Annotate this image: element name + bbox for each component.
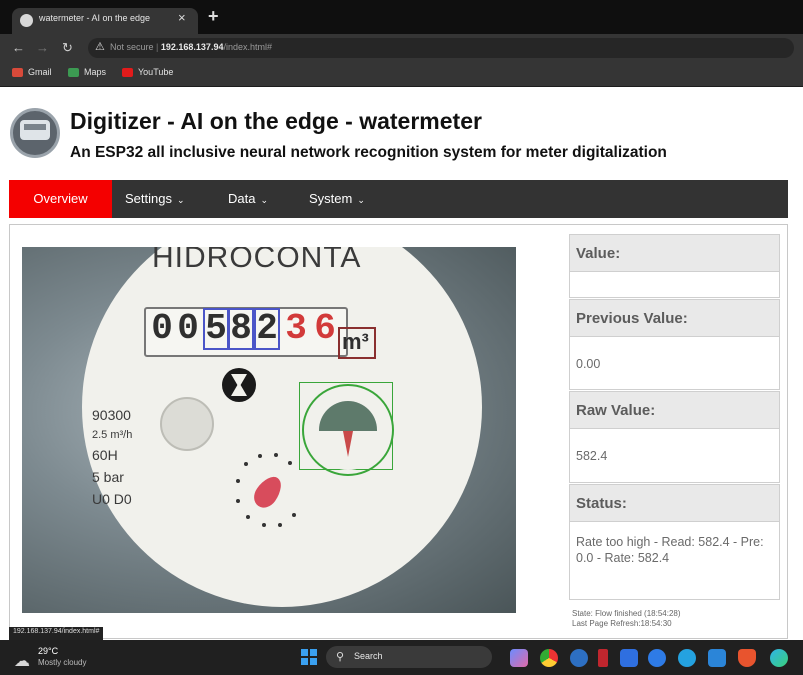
raw-value-header: Raw Value: [569, 391, 780, 429]
app-blue-icon[interactable] [620, 649, 638, 667]
meter-digit: 2 [254, 308, 280, 350]
bookmark-label: Gmail [28, 67, 52, 77]
last-refresh-text: Last Page Refresh:18:54:30 [572, 619, 672, 628]
meter-dial [82, 247, 482, 607]
status-header: Status: [569, 484, 780, 522]
menu-label: System [309, 191, 353, 206]
search-placeholder: Search [354, 651, 383, 661]
page-subtitle: An ESP32 all inclusive neural network re… [70, 144, 667, 161]
weather-description: Mostly cloudy [38, 658, 87, 667]
search-icon: ⚲ [336, 651, 345, 663]
meter-screw [160, 397, 214, 451]
settings-gear-icon[interactable] [570, 649, 588, 667]
meter-digit: 0 [151, 308, 173, 349]
tab-close-icon[interactable]: × [178, 10, 186, 25]
maps-icon [68, 67, 79, 77]
meter-spec: 90300 [92, 407, 131, 423]
link-status-url: 192.168.137.94/index.html# [9, 627, 104, 641]
edge-icon[interactable] [770, 649, 788, 667]
meter-spec: 5 bar [92, 469, 124, 485]
meter-digit: 8 [228, 308, 254, 350]
meter-spec: 2.5 m³/h [92, 429, 133, 441]
forward-icon[interactable]: → [36, 40, 49, 55]
raw-value-text: 582.4 [576, 449, 608, 463]
meter-spec: 60H [92, 447, 118, 463]
value-cell [569, 272, 780, 298]
menu-settings[interactable]: Settings ⌄ [125, 180, 185, 218]
status-label: Status: [576, 495, 627, 512]
reload-icon[interactable]: ↻ [62, 40, 73, 56]
previous-value-text: 0.00 [576, 357, 601, 371]
meter-decimal-digit: 6 [314, 308, 336, 349]
meter-unit: m³ [342, 329, 369, 354]
chevron-down-icon: ⌄ [260, 195, 269, 205]
photos-icon[interactable] [708, 649, 726, 667]
url-path: /index.html# [223, 42, 272, 52]
refresh-info: State: Flow finished (18:54:28) Last Pag… [572, 609, 681, 629]
bookmark-maps[interactable]: Maps [68, 67, 106, 77]
tab-favicon-icon [20, 14, 33, 27]
state-text: State: Flow finished (18:54:28) [572, 609, 681, 618]
address-text: Not secure | 192.168.137.94/index.html# [110, 42, 272, 52]
address-bar[interactable]: ⚠ Not secure | 192.168.137.94/index.html… [88, 38, 794, 58]
weather-temperature: 29°C [38, 646, 59, 656]
app-logo [10, 108, 60, 158]
security-label: Not secure [110, 42, 154, 52]
windows-start-icon[interactable] [301, 649, 317, 665]
raw-value-label: Raw Value: [576, 402, 656, 419]
back-icon[interactable]: ← [12, 40, 25, 55]
brave-icon[interactable] [738, 649, 756, 667]
warning-icon[interactable]: ⚠ [95, 40, 105, 53]
meter-digit: 0 [177, 308, 199, 349]
tab-title: watermeter - AI on the edge [39, 13, 151, 23]
chevron-down-icon: ⌄ [357, 195, 365, 205]
telegram-icon[interactable] [678, 649, 696, 667]
bookmark-label: Maps [84, 67, 107, 77]
cloud-icon: ☁ [14, 653, 30, 670]
browser-tab[interactable]: watermeter - AI on the edge × [12, 8, 198, 34]
value-header: Value: [569, 234, 780, 272]
bookmark-youtube[interactable]: YouTube [122, 67, 173, 77]
analog-roi-circle [302, 384, 394, 476]
app-icon[interactable] [598, 649, 608, 667]
menu-label: Data [228, 191, 256, 206]
bookmarks-bar: Gmail Maps YouTube [0, 62, 803, 87]
taskbar-search[interactable]: ⚲ Search [326, 646, 492, 668]
bookmark-gmail[interactable]: Gmail [12, 67, 52, 77]
gmail-icon [12, 67, 23, 77]
menu-data[interactable]: Data ⌄ [228, 180, 268, 218]
meter-brand: HIDROCONTA [152, 247, 362, 274]
status-cell: Rate too high - Read: 582.4 - Pre: 0.0 -… [569, 522, 780, 600]
status-text: Rate too high - Read: 582.4 - Pre: 0.0 -… [576, 535, 764, 565]
new-tab-button[interactable]: + [208, 6, 219, 27]
menu-overview[interactable]: Overview [9, 180, 112, 218]
meter-decimal-digit: 3 [285, 308, 307, 349]
browser-toolbar: ← → ↻ ⚠ Not secure | 192.168.137.94/inde… [0, 34, 803, 62]
meter-spec: U0 D0 [92, 491, 132, 507]
browser-tab-bar: watermeter - AI on the edge × + [0, 0, 803, 34]
previous-value-label: Previous Value: [576, 310, 688, 327]
meter-image: HIDROCONTA 0 0 5 8 2 3 6 m³ 90300 2.5 m³… [22, 247, 516, 613]
meter-digit: 5 [203, 308, 229, 350]
page-title: Digitizer - AI on the edge - watermeter [70, 108, 482, 134]
app-circle-icon[interactable] [648, 649, 666, 667]
raw-value-cell: 582.4 [569, 429, 780, 483]
previous-value-cell: 0.00 [569, 337, 780, 390]
chevron-down-icon: ⌄ [176, 195, 185, 205]
previous-value-header: Previous Value: [569, 299, 780, 337]
chrome-icon[interactable] [540, 649, 558, 667]
menu-label: Settings [125, 191, 172, 206]
bookmark-label: YouTube [138, 67, 174, 77]
main-menu: Overview Settings ⌄ Data ⌄ System ⌄ [9, 180, 788, 218]
copilot-icon[interactable] [510, 649, 528, 667]
youtube-icon [122, 67, 133, 77]
url-host: 192.168.137.94 [160, 42, 224, 52]
menu-system[interactable]: System ⌄ [309, 180, 365, 218]
value-label: Value: [576, 245, 621, 262]
taskbar: ☁ 29°C Mostly cloudy ⚲ Search [0, 640, 803, 675]
